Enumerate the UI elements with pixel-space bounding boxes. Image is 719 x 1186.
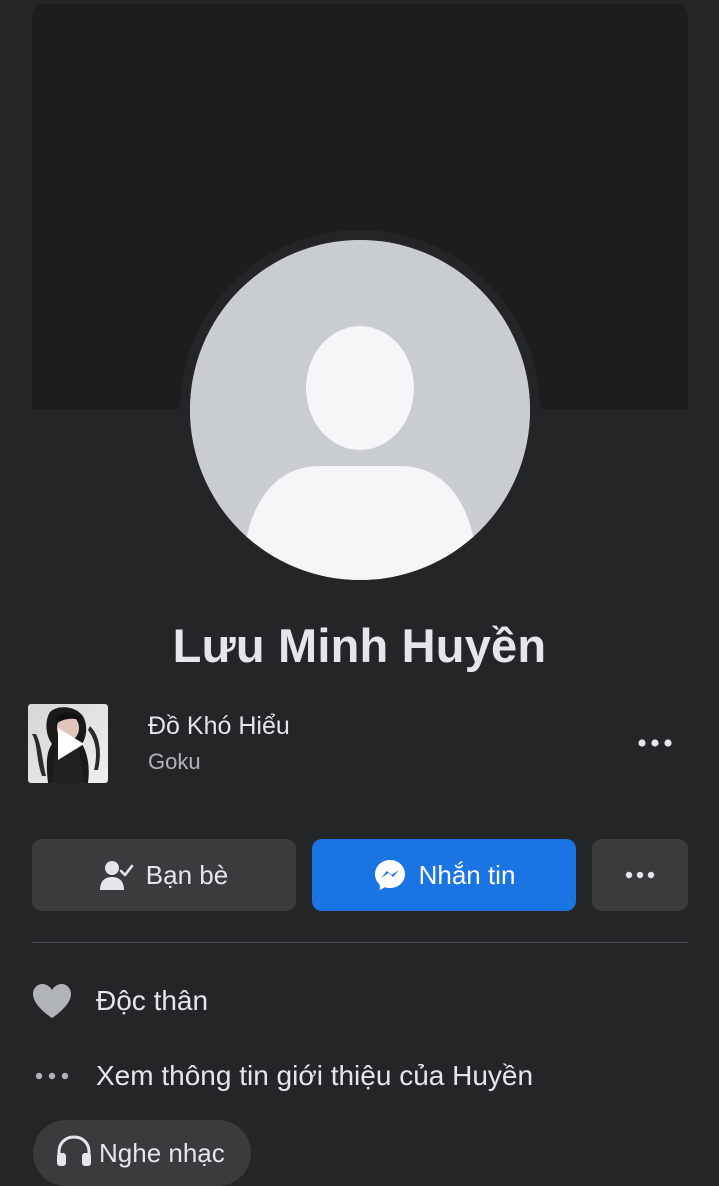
relationship-status: Độc thân — [96, 985, 209, 1016]
person-check-icon — [99, 859, 134, 891]
messenger-icon — [373, 858, 407, 892]
message-button-label: Nhắn tin — [418, 859, 516, 890]
message-button[interactable]: Nhắn tin — [312, 839, 576, 911]
more-dots-icon — [32, 1056, 72, 1096]
music-chip[interactable]: Nghe nhạc — [33, 1120, 251, 1186]
default-avatar-silhouette-icon — [190, 240, 530, 580]
music-album-art[interactable] — [28, 704, 108, 783]
music-chip-label: Nghe nhạc — [99, 1137, 225, 1168]
music-title: Đồ Khó Hiểu — [148, 712, 290, 740]
see-about-row[interactable]: Xem thông tin giới thiệu của Huyền — [32, 1054, 533, 1098]
heart-icon — [32, 981, 72, 1021]
more-dots-icon — [638, 739, 672, 747]
music-artist: Goku — [148, 749, 201, 774]
more-dots-icon — [625, 871, 655, 879]
play-icon[interactable] — [28, 704, 108, 783]
see-about-link[interactable]: Xem thông tin giới thiệu của Huyền — [96, 1060, 533, 1092]
friends-button[interactable]: Bạn bè — [32, 839, 296, 911]
music-more-button[interactable] — [630, 728, 680, 758]
friends-button-label: Bạn bè — [145, 859, 229, 890]
divider — [32, 942, 688, 943]
profile-picture[interactable] — [190, 240, 530, 580]
more-actions-button[interactable] — [592, 839, 688, 911]
relationship-status-row: Độc thân — [32, 979, 208, 1023]
headphones-icon — [55, 1134, 93, 1173]
profile-name: Lưu Minh Huyền — [172, 619, 547, 672]
